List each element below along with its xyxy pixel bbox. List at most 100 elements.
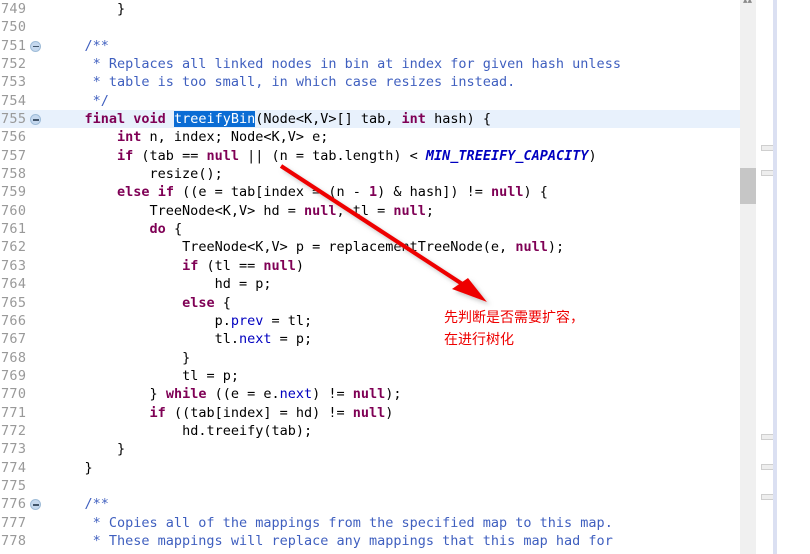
line-number: 757 (1, 147, 27, 164)
code-line[interactable]: 760 TreeNode<K,V> hd = null, tl = null; (0, 202, 740, 220)
code-token: ); (547, 239, 565, 256)
code-line[interactable]: 755 final void treeifyBin(Node<K,V>[] tab… (0, 110, 740, 129)
vertical-scrollbar-thumb[interactable] (740, 168, 756, 204)
code-line-text: else if ((e = tab[index = (n - 1) & hash… (117, 183, 548, 201)
code-line-text: int n, index; Node<K,V> e; (117, 128, 328, 146)
code-token: null (393, 202, 426, 219)
code-token: next (279, 386, 313, 403)
code-token: n, index; Node<K,V> e; (141, 129, 329, 146)
line-number: 756 (1, 129, 27, 146)
code-line-text: final void treeifyBin(Node<K,V>[] tab, i… (85, 110, 491, 128)
code-token: { (165, 221, 183, 238)
code-line[interactable]: 750 (0, 18, 740, 36)
code-line[interactable]: 756 int n, index; Node<K,V> e; (0, 128, 740, 146)
code-line[interactable]: 749} (0, 0, 740, 18)
code-line-text: */ (85, 92, 109, 110)
code-fold-collapse-icon[interactable] (30, 499, 41, 511)
code-line[interactable]: 767 tl.next = p; (0, 330, 740, 348)
code-line[interactable]: 765 else { (0, 294, 740, 312)
code-line[interactable]: 771 if ((tab[index] = hd) != null) (0, 404, 740, 422)
code-line[interactable]: 761 do { (0, 220, 740, 238)
code-token: = tl; (263, 312, 313, 329)
code-fold-collapse-icon[interactable] (30, 114, 41, 126)
code-token: ) (295, 257, 305, 274)
code-token: ) & hash]) != (377, 184, 491, 201)
code-line[interactable]: 772 hd.treeify(tab); (0, 422, 740, 440)
code-token: resize(); (149, 166, 223, 183)
code-editor-surface[interactable]: 749} 750 751/** 752 * Replaces all linked n… (0, 0, 740, 554)
code-token: null (490, 184, 524, 201)
code-line[interactable]: 754 */ (0, 92, 740, 110)
code-line-text: TreeNode<K,V> hd = null, tl = null; (150, 202, 435, 220)
code-line-text: } (117, 440, 125, 458)
code-line[interactable]: 774} (0, 459, 740, 477)
line-number: 767 (1, 331, 27, 348)
code-token: void (133, 111, 166, 128)
code-token: (tab == (133, 147, 207, 164)
code-token: * table is too small, in which case resi… (84, 74, 516, 91)
annotation-note-line-1: 先判断是否需要扩容， (444, 310, 584, 326)
code-line[interactable]: 759 else if ((e = tab[index = (n - 1) & h… (0, 183, 740, 201)
code-token: || (238, 147, 272, 164)
code-token: if (182, 257, 199, 274)
code-token: next (238, 331, 272, 348)
code-line[interactable]: 773} (0, 440, 740, 458)
code-line-text: resize(); (150, 165, 223, 183)
code-line[interactable]: 751 /** (0, 37, 740, 55)
line-number: 768 (1, 349, 27, 366)
line-number: 750 (1, 19, 27, 36)
line-number: 759 (1, 184, 27, 201)
code-line[interactable]: 777 * Copies all of the mappings from th… (0, 514, 740, 532)
code-token: ) != (312, 386, 353, 403)
code-line[interactable]: 764 hd = p; (0, 275, 740, 293)
code-token: ((e = e. (206, 386, 280, 403)
code-token: null (303, 202, 337, 219)
code-line[interactable]: 757 if (tab == null || (n = tab.length) <… (0, 147, 740, 165)
code-token: ) (385, 404, 394, 421)
code-token: ) (588, 147, 597, 164)
code-line-text: do { (150, 220, 183, 238)
line-number: 765 (1, 294, 27, 311)
code-fold-collapse-icon[interactable] (30, 40, 41, 52)
code-token: /** (84, 496, 109, 513)
code-line-text: } (117, 0, 125, 18)
line-number: 771 (1, 404, 27, 421)
line-number: 760 (1, 202, 27, 219)
line-number: 770 (1, 386, 27, 403)
line-number: 776 (1, 496, 27, 513)
code-line[interactable]: 770} while ((e = e.next) != null); (0, 385, 740, 403)
code-line[interactable]: 769 tl = p; (0, 367, 740, 385)
code-token: } (117, 441, 126, 458)
code-line[interactable]: 758 resize(); (0, 165, 740, 183)
code-line[interactable]: 752 * Replaces all linked nodes in bin a… (0, 55, 740, 73)
code-line[interactable]: 775 (0, 477, 740, 495)
code-line[interactable]: 778 * These mappings will replace any ma… (0, 532, 740, 550)
code-token: null (515, 239, 548, 256)
vertical-scrollbar-track[interactable]: ▴▴ (740, 0, 756, 554)
code-line[interactable]: 768} (0, 349, 740, 367)
code-line[interactable]: 766 p.prev = tl; (0, 312, 740, 330)
line-number: 754 (1, 92, 27, 109)
code-token: else (182, 294, 215, 311)
code-token: tl. (214, 331, 239, 348)
code-token: } (117, 1, 126, 17)
code-token: (n = tab.length) < (271, 147, 426, 164)
code-line[interactable]: 763 if (tl == null) (0, 257, 740, 275)
code-line-text: hd.treeify(tab); (182, 422, 312, 440)
code-line[interactable]: 753 * table is too small, in which case … (0, 73, 740, 91)
line-number: 752 (1, 56, 27, 73)
code-token: ((tab[index] = hd) != (165, 404, 353, 421)
code-token: final (84, 111, 126, 128)
code-line[interactable]: 762 TreeNode<K,V> p = replacementTreeNode… (0, 238, 740, 256)
code-token: ((e = tab[index = (n - (173, 184, 370, 201)
line-number: 753 (1, 74, 27, 91)
scroll-up-arrow-icon[interactable]: ▴▴ (743, 0, 752, 6)
code-editor-window: 749} 750 751/** 752 * Replaces all linked n… (0, 0, 810, 554)
code-line-text: /** (85, 495, 109, 513)
line-number: 763 (1, 257, 27, 274)
code-line[interactable]: 776 /** (0, 495, 740, 513)
selected-identifier: treeifyBin (173, 111, 256, 128)
line-number: 761 (1, 221, 27, 238)
code-token: * Copies all of the mappings from the sp… (84, 514, 613, 531)
